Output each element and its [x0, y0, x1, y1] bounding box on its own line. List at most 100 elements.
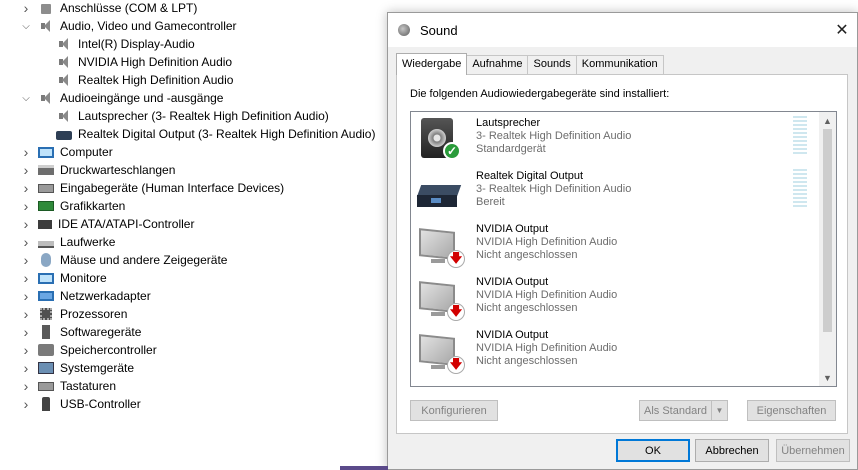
tree-item[interactable]: Intel(R) Display-Audio: [38, 35, 195, 53]
tree-item-label: Computer: [60, 145, 113, 159]
tree-item[interactable]: › Mäuse und andere Zeigegeräte: [20, 251, 228, 269]
tree-item[interactable]: › Speichercontroller: [20, 341, 157, 359]
apply-button[interactable]: Übernehmen: [776, 439, 850, 462]
cancel-button[interactable]: Abbrechen: [695, 439, 769, 462]
chevron-right-icon[interactable]: ›: [20, 197, 32, 215]
chevron-right-icon[interactable]: ›: [20, 323, 32, 341]
tree-item[interactable]: › Systemgeräte: [20, 359, 134, 377]
chevron-down-icon[interactable]: ⌵: [20, 89, 32, 107]
vertical-scrollbar[interactable]: ▲ ▼: [819, 112, 836, 386]
tree-item[interactable]: › IDE ATA/ATAPI-Controller: [20, 215, 195, 233]
tree-item-label: Realtek Digital Output (3- Realtek High …: [78, 127, 376, 141]
printer-icon: [38, 165, 54, 175]
device-name: Lautsprecher: [476, 117, 541, 129]
tab-aufnahme[interactable]: Aufnahme: [466, 55, 529, 74]
tree-item[interactable]: › Druckwarteschlangen: [20, 161, 176, 179]
tree-item[interactable]: › Computer: [20, 143, 113, 161]
device-name: NVIDIA Output: [476, 276, 549, 288]
chevron-right-icon[interactable]: ›: [20, 0, 32, 17]
chevron-down-icon[interactable]: ⌵: [20, 17, 32, 35]
dialog-titlebar[interactable]: Sound ✕: [388, 13, 857, 47]
tree-item[interactable]: › Monitore: [20, 269, 107, 287]
chevron-right-icon[interactable]: ›: [20, 251, 32, 269]
chevron-right-icon[interactable]: ›: [20, 161, 32, 179]
tree-item[interactable]: › Anschlüsse (COM & LPT): [20, 0, 198, 17]
tree-item[interactable]: › Tastaturen: [20, 377, 116, 395]
scroll-up-icon[interactable]: ▲: [819, 112, 836, 129]
chevron-right-icon[interactable]: ›: [20, 179, 32, 197]
dialog-title: Sound: [420, 22, 458, 38]
close-button[interactable]: ✕: [827, 13, 857, 47]
check-badge-icon: ✓: [443, 142, 461, 160]
chevron-right-icon[interactable]: ›: [20, 215, 32, 233]
scroll-thumb[interactable]: [823, 129, 832, 332]
tree-item[interactable]: ⌵ Audio, Video und Gamecontroller: [20, 17, 236, 35]
chevron-right-icon[interactable]: ›: [20, 143, 32, 161]
tree-item-label: Monitore: [60, 271, 107, 285]
tree-item[interactable]: › Eingabegeräte (Human Interface Devices): [20, 179, 284, 197]
tree-item-label: Lautsprecher (3- Realtek High Definition…: [78, 109, 329, 123]
tree-item[interactable]: Lautsprecher (3- Realtek High Definition…: [38, 107, 329, 125]
tree-item-label: Mäuse und andere Zeigegeräte: [60, 253, 228, 267]
device-item-nvidia-output[interactable]: 🡇 NVIDIA Output NVIDIA High Definition A…: [411, 326, 819, 378]
ok-button[interactable]: OK: [616, 439, 690, 462]
tree-item[interactable]: › Grafikkarten: [20, 197, 126, 215]
chevron-right-icon[interactable]: ›: [20, 269, 32, 287]
device-item-nvidia-output[interactable]: 🡇 NVIDIA Output NVIDIA High Definition A…: [411, 273, 819, 325]
tree-item[interactable]: Realtek High Definition Audio: [38, 71, 233, 89]
tree-item[interactable]: › Prozessoren: [20, 305, 128, 323]
tree-item[interactable]: › Laufwerke: [20, 233, 116, 251]
monitor-icon: 🡇: [417, 224, 465, 268]
tree-item-label: IDE ATA/ATAPI-Controller: [58, 217, 195, 231]
tree-item-label: Audioeingänge und -ausgänge: [60, 91, 224, 105]
chevron-right-icon[interactable]: ›: [20, 233, 32, 251]
mouse-icon: [41, 253, 51, 267]
tree-item[interactable]: › Softwaregeräte: [20, 323, 142, 341]
tree-item-label: Tastaturen: [60, 379, 117, 393]
chevron-right-icon[interactable]: ›: [20, 377, 32, 395]
tab-wiedergabe[interactable]: Wiedergabe: [396, 53, 468, 75]
chevron-right-icon[interactable]: ›: [20, 287, 32, 305]
tree-item[interactable]: › Netzwerkadapter: [20, 287, 151, 305]
speaker-icon: [56, 73, 72, 87]
tree-item-label: Prozessoren: [60, 307, 128, 321]
tree-item-label: Softwaregeräte: [60, 325, 142, 339]
taskbar-fragment: [340, 466, 388, 470]
properties-button[interactable]: Eigenschaften: [747, 400, 836, 421]
tree-item-label: Druckwarteschlangen: [60, 163, 176, 177]
device-status: Nicht angeschlossen: [476, 249, 578, 261]
device-status: Standardgerät: [476, 143, 546, 155]
port-icon: [41, 4, 51, 14]
software-icon: [42, 325, 50, 339]
device-driver: NVIDIA High Definition Audio: [476, 236, 618, 248]
device-item-digital-output[interactable]: Realtek Digital Output 3- Realtek High D…: [411, 167, 819, 219]
tree-item[interactable]: ⌵ Audioeingänge und -ausgänge: [20, 89, 223, 107]
device-driver: NVIDIA High Definition Audio: [476, 342, 618, 354]
chevron-right-icon[interactable]: ›: [20, 305, 32, 323]
system-icon: [38, 362, 54, 374]
scroll-down-icon[interactable]: ▼: [819, 369, 836, 386]
tree-item-label: Anschlüsse (COM & LPT): [60, 1, 198, 15]
unplugged-badge-icon: 🡇: [447, 356, 465, 374]
unplugged-badge-icon: 🡇: [447, 250, 465, 268]
tree-item[interactable]: Realtek Digital Output (3- Realtek High …: [38, 125, 375, 143]
tab-sounds[interactable]: Sounds: [527, 55, 577, 74]
tree-item[interactable]: NVIDIA High Definition Audio: [38, 53, 232, 71]
chevron-right-icon[interactable]: ›: [20, 359, 32, 377]
device-item-lautsprecher[interactable]: ✓ Lautsprecher 3- Realtek High Definitio…: [411, 114, 819, 166]
keyboard-icon: [38, 381, 54, 391]
keyboard-icon: [38, 183, 54, 193]
playback-device-list[interactable]: ✓ Lautsprecher 3- Realtek High Definitio…: [410, 111, 837, 387]
set-default-button[interactable]: Als Standard ▼: [639, 400, 728, 421]
set-default-label: Als Standard: [644, 404, 707, 417]
chevron-right-icon[interactable]: ›: [20, 395, 32, 413]
cpu-icon: [40, 308, 52, 320]
tab-kommunikation[interactable]: Kommunikation: [575, 55, 664, 74]
configure-button[interactable]: Konfigurieren: [410, 400, 498, 421]
chevron-right-icon[interactable]: ›: [20, 341, 32, 359]
device-item-nvidia-output[interactable]: 🡇 NVIDIA Output NVIDIA High Definition A…: [411, 220, 819, 272]
chevron-down-icon[interactable]: ▼: [711, 401, 727, 420]
tree-item[interactable]: › USB-Controller: [20, 395, 141, 413]
sound-app-icon: [398, 23, 412, 37]
storage-icon: [38, 344, 54, 356]
